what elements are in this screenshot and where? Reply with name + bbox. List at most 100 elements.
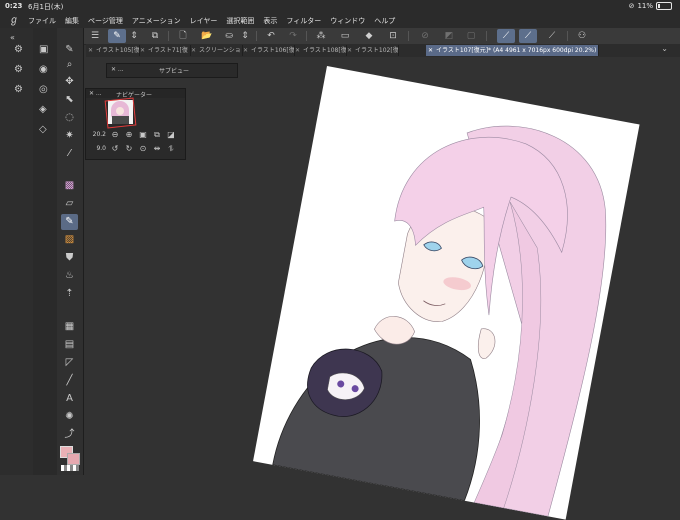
new-file-icon[interactable]: 🗋 xyxy=(174,29,192,43)
close-icon[interactable]: ✕ xyxy=(140,47,145,54)
pen-mini-icon[interactable]: ✎ xyxy=(61,42,78,58)
layer-property-icon[interactable]: ◈ xyxy=(39,104,47,116)
tab-document[interactable]: ✕ イラスト106[復 xyxy=(241,45,295,56)
menu-window[interactable]: ウィンドウ xyxy=(330,16,365,26)
brush-tool-icon[interactable]: ▨ xyxy=(61,232,78,248)
loading-icon[interactable]: ⁂ xyxy=(312,29,330,43)
close-icon[interactable]: ✕ xyxy=(243,47,248,54)
chevron-updown-icon[interactable]: ⇕ xyxy=(128,29,140,43)
zoom-out-icon[interactable]: ⊖ xyxy=(110,130,120,140)
fit-window-icon[interactable]: ⧉ xyxy=(152,130,162,140)
fit-canvas-icon[interactable]: ◪ xyxy=(166,130,176,140)
save-icon[interactable]: ⛀ xyxy=(220,29,238,43)
rotation-value[interactable]: 9.0 xyxy=(86,145,106,152)
fill-tool-icon[interactable]: ⛊ xyxy=(61,250,78,266)
tab-document[interactable]: ✕ イラスト71[復 xyxy=(138,45,191,56)
tab-document[interactable]: ✕ イラスト108[復 xyxy=(293,45,347,56)
blend-tool-icon[interactable]: ♨ xyxy=(61,268,78,284)
navigator-toggle-icon[interactable]: ◎ xyxy=(39,84,48,96)
battery-percent: 11% xyxy=(637,2,653,10)
snap-ruler-icon[interactable]: ⟋ xyxy=(497,29,515,43)
companion-mode-icon[interactable]: ⧉ xyxy=(146,29,164,43)
menu-selection[interactable]: 選択範囲 xyxy=(226,16,254,26)
menu-icon[interactable]: ☰ xyxy=(86,29,104,43)
tab-document[interactable]: ✕ イラスト105[復 xyxy=(86,45,140,56)
rotate-right-icon[interactable]: ↻ xyxy=(124,144,134,154)
clear-icon[interactable]: ▭ xyxy=(336,29,354,43)
text-tool-icon[interactable]: A xyxy=(61,391,78,407)
close-icon[interactable]: ✕ xyxy=(428,47,433,54)
actual-size-icon[interactable]: ▣ xyxy=(138,130,148,140)
flip-horizontal-icon[interactable]: ⇹ xyxy=(152,144,162,154)
sub-color-swatch[interactable] xyxy=(67,453,80,465)
balloon-tool-icon[interactable]: ✺ xyxy=(61,409,78,425)
menu-file[interactable]: ファイル xyxy=(28,16,56,26)
frame-tool-icon[interactable]: ◸ xyxy=(61,355,78,371)
canvas-paper[interactable] xyxy=(253,66,640,520)
flip-vertical-icon[interactable]: ⥮ xyxy=(166,144,176,154)
airbrush-tool-icon[interactable]: ⇡ xyxy=(61,286,78,302)
navigator-view-frame[interactable] xyxy=(104,97,137,129)
auto-select-tool-icon[interactable]: ✷ xyxy=(61,128,78,144)
brush-density-icon[interactable]: ⚙ xyxy=(14,84,23,96)
redo-icon[interactable]: ↷ xyxy=(284,29,302,43)
eraser-tool-icon[interactable]: ▱ xyxy=(61,196,78,212)
simple-mode-icon[interactable]: ✎ xyxy=(108,29,126,43)
layers-icon[interactable]: ◇ xyxy=(39,124,47,136)
menu-page-management[interactable]: ページ管理 xyxy=(88,16,123,26)
chevron-left-icon[interactable]: « xyxy=(10,32,15,44)
chevron-down-icon[interactable]: ⌄ xyxy=(661,44,668,53)
panel-controls[interactable]: ✕ ... xyxy=(89,90,102,97)
zoom-value[interactable]: 20.2 xyxy=(86,131,106,138)
close-icon[interactable]: ✕ xyxy=(347,47,352,54)
tab-document[interactable]: ✕ イラスト102[復 xyxy=(345,45,399,56)
brush-size-icon[interactable]: ⚙ xyxy=(14,64,23,76)
transform-icon[interactable]: ⊡ xyxy=(384,29,402,43)
panel-header[interactable]: ✕ ... ナビゲーター xyxy=(86,89,185,99)
pencil-tool-icon[interactable]: ✎ xyxy=(61,214,78,230)
menu-help[interactable]: ヘルプ xyxy=(374,16,395,26)
deselect-icon[interactable]: ⊘ xyxy=(416,29,434,43)
menu-view[interactable]: 表示 xyxy=(263,16,277,26)
selection-border-icon[interactable]: ▢ xyxy=(462,29,480,43)
brush-settings-icon[interactable]: ⚙ xyxy=(14,44,23,56)
companion-icon[interactable]: ⚇ xyxy=(573,29,591,43)
menu-animation[interactable]: アニメーション xyxy=(132,16,181,26)
close-icon[interactable]: ✕ xyxy=(88,47,93,54)
transparent-color-swatch[interactable] xyxy=(61,465,79,471)
tab-active-document[interactable]: ✕ イラスト107[復元]* (A4 4961 x 7016px 600dpi 2… xyxy=(426,45,599,56)
menu-layer[interactable]: レイヤー xyxy=(190,16,218,26)
color-wheel-icon[interactable]: ◉ xyxy=(39,64,48,76)
navigator-panel[interactable]: ✕ ... ナビゲーター 20.2 ⊖ ⊕ ▣ ⧉ ◪ 9.0 ↺ ↻ ⊙ ⇹ … xyxy=(85,88,186,160)
chevron-updown-icon-2[interactable]: ⇕ xyxy=(239,29,251,43)
menu-edit[interactable]: 編集 xyxy=(65,16,79,26)
invert-selection-icon[interactable]: ◩ xyxy=(440,29,458,43)
rotate-left-icon[interactable]: ↺ xyxy=(110,144,120,154)
close-icon[interactable]: ✕ xyxy=(191,47,196,54)
snap-special-ruler-icon[interactable]: ⟋ xyxy=(519,29,537,43)
eyedropper-tool-icon[interactable]: ⁄ xyxy=(61,146,78,162)
sub-view-panel[interactable]: ✕ ... サブビュー xyxy=(106,63,238,78)
tab-document[interactable]: ✕ スクリーンショ xyxy=(189,45,243,56)
sub-view-toggle-icon[interactable]: ▣ xyxy=(39,44,48,56)
zoom-tool-icon[interactable]: ⌕ xyxy=(61,57,78,73)
lasso-tool-icon[interactable]: ◌ xyxy=(61,110,78,126)
zoom-in-icon[interactable]: ⊕ xyxy=(124,130,134,140)
snap-grid-icon[interactable]: ⟋ xyxy=(543,29,561,43)
pen-tool-icon[interactable]: ▩ xyxy=(61,178,78,194)
figure-tool-icon[interactable]: ▤ xyxy=(61,337,78,353)
undo-icon[interactable]: ↶ xyxy=(262,29,280,43)
color-indicator[interactable] xyxy=(58,443,84,475)
gradient-tool-icon[interactable]: ▦ xyxy=(61,319,78,335)
close-icon[interactable]: ✕ xyxy=(295,47,300,54)
ruler-tool-icon[interactable]: ╱ xyxy=(61,373,78,389)
reset-rotation-icon[interactable]: ⊙ xyxy=(138,144,148,154)
open-folder-icon[interactable]: 📂 xyxy=(198,29,216,43)
move-tool-icon[interactable]: ✥ xyxy=(61,74,78,90)
object-tool-icon[interactable]: ⬉ xyxy=(61,92,78,108)
menu-filter[interactable]: フィルター xyxy=(286,16,321,26)
correct-line-tool-icon[interactable]: ⤴ xyxy=(61,427,78,443)
fill-icon[interactable]: ◆ xyxy=(360,29,378,43)
app-logo-icon[interactable]: ℊ xyxy=(8,15,20,27)
panel-controls[interactable]: ✕ ... xyxy=(111,66,124,73)
